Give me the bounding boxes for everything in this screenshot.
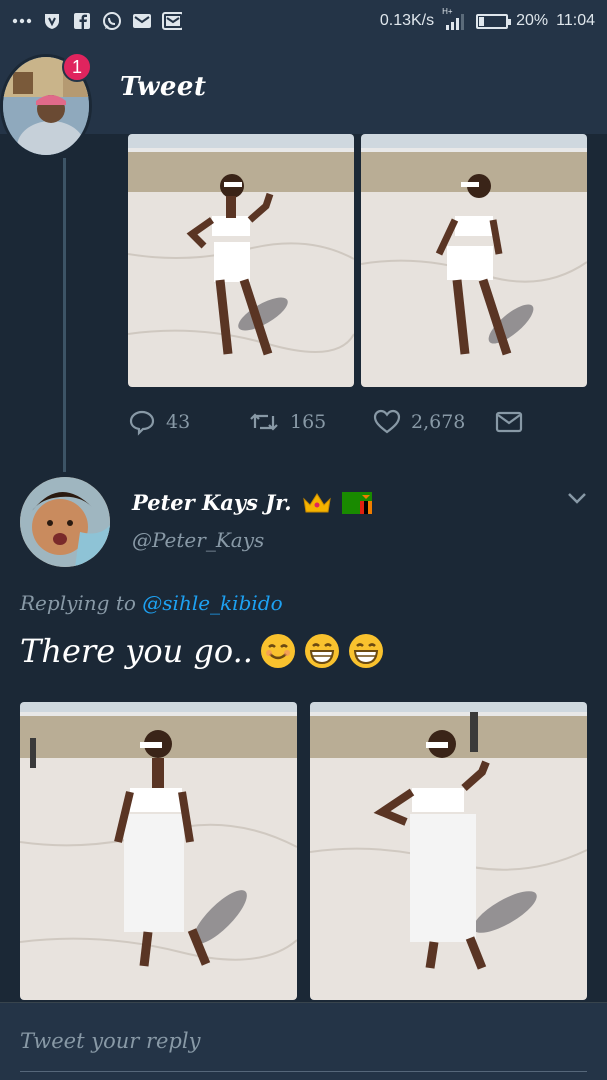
reply-button[interactable]: 43 — [128, 408, 248, 436]
reply-composer: Tweet your reply — [0, 1002, 607, 1080]
grinning-face-emoji — [304, 634, 339, 668]
replying-prefix: Replying to — [20, 591, 136, 615]
like-button[interactable]: 2,678 — [373, 409, 495, 435]
status-bar: 0.13K/s H+ 20% 11:04 — [0, 0, 607, 42]
more-icon — [12, 11, 32, 31]
share-dm-button[interactable] — [495, 410, 523, 434]
reply-photo[interactable] — [310, 702, 587, 1000]
reply-input[interactable]: Tweet your reply — [20, 1029, 200, 1053]
reply-author-name: Peter Kays Jr. — [132, 490, 292, 515]
zambia-flag-emoji — [341, 491, 372, 514]
network-speed: 0.13K/s — [379, 12, 435, 29]
retweet-button[interactable]: 165 — [248, 408, 373, 436]
battery-percent: 20% — [516, 12, 549, 29]
reply-avatar[interactable] — [20, 477, 110, 567]
clock: 11:04 — [556, 12, 595, 29]
whatsapp-icon — [102, 11, 122, 31]
heart-icon — [373, 409, 401, 434]
reply-photo[interactable] — [20, 702, 297, 1000]
signal-icon: H+ — [442, 7, 468, 31]
grinning-face-emoji — [348, 634, 383, 668]
notification-badge: 1 — [62, 52, 92, 82]
replying-to-link[interactable]: @sihle_kibido — [142, 591, 282, 615]
reply-handle[interactable]: @Peter_Kays — [132, 528, 264, 552]
page-title: Tweet — [120, 72, 207, 102]
app-header: Tweet — [0, 42, 607, 134]
reply-text-body: There you go.. — [20, 632, 253, 670]
network-type: H+ — [442, 7, 453, 16]
gmail-icon — [132, 11, 152, 31]
smiling-face-emoji — [260, 634, 295, 668]
thread-line — [63, 158, 66, 472]
reply-author[interactable]: Peter Kays Jr. — [132, 490, 372, 515]
crown-emoji — [302, 492, 331, 512]
like-count: 2,678 — [411, 411, 466, 433]
chevron-down-icon[interactable] — [566, 490, 588, 509]
facebook-icon — [72, 11, 92, 31]
composer-underline — [20, 1071, 587, 1072]
mail-icon — [495, 411, 523, 433]
tweet-photo[interactable] — [361, 134, 587, 387]
battery-icon — [476, 13, 512, 29]
reply-icon — [129, 410, 155, 436]
reply-count: 43 — [166, 411, 191, 433]
reply-text: There you go.. — [20, 632, 385, 670]
replying-to: Replying to @sihle_kibido — [20, 591, 283, 615]
tweet-actions: 43 165 2,678 — [128, 404, 523, 440]
retweet-icon — [250, 413, 278, 431]
gmail-icon — [162, 11, 182, 31]
retweet-count: 165 — [290, 411, 327, 433]
tweet-photo[interactable] — [128, 134, 354, 387]
vpn-icon — [42, 11, 62, 31]
